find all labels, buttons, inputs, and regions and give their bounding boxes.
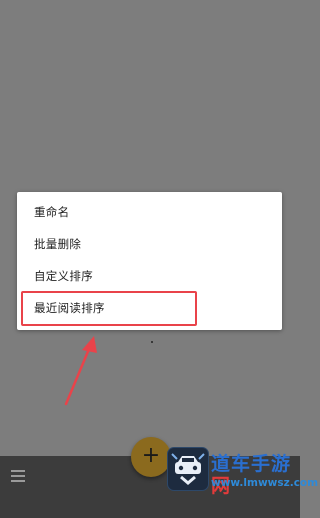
- watermark-brand: 道车手游网: [211, 453, 300, 497]
- hamburger-menu-icon[interactable]: [11, 470, 25, 482]
- watermark-logo: [167, 447, 209, 491]
- watermark-brand-blue: 道车手游: [211, 453, 292, 475]
- watermark-url: www.lmwwsz.com: [211, 477, 319, 489]
- add-fab-button[interactable]: +: [131, 437, 171, 477]
